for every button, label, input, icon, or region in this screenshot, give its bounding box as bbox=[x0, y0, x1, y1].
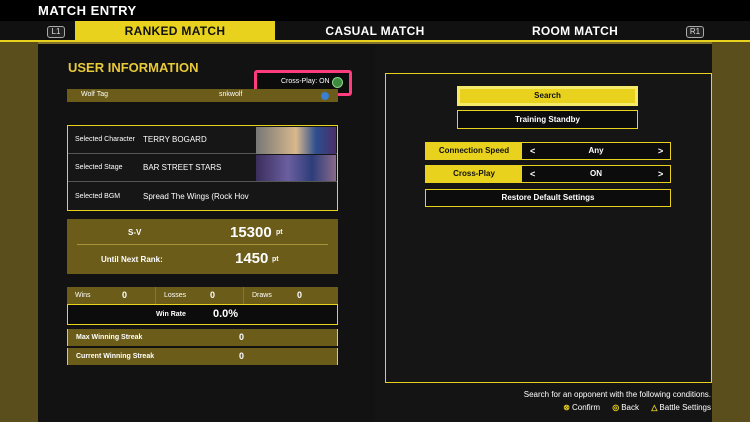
losses-cell: Losses 0 bbox=[156, 287, 244, 304]
wins-label: Wins bbox=[75, 292, 91, 299]
draws-value: 0 bbox=[297, 290, 303, 300]
wins-cell: Wins 0 bbox=[67, 287, 156, 304]
selected-stage-label: Selected Stage bbox=[75, 164, 123, 171]
wolf-tag-icon bbox=[321, 92, 329, 100]
sv-value: 15300 bbox=[230, 224, 272, 241]
confirm-label: Confirm bbox=[571, 403, 600, 412]
rank-points-box: S-V 15300 pt Until Next Rank: 1450 pt bbox=[67, 219, 338, 274]
selected-stage-value: BAR STREET STARS bbox=[143, 163, 222, 172]
battle-settings-action[interactable]: △ Battle Settings bbox=[651, 403, 711, 412]
footer-actions: ⊗ Confirm ◎ Back △ Battle Settings bbox=[553, 403, 711, 412]
crossplay-value: ON bbox=[590, 169, 602, 178]
globe-icon bbox=[332, 77, 343, 88]
connection-speed-value: Any bbox=[588, 146, 604, 155]
losses-label: Losses bbox=[164, 292, 187, 299]
draws-cell: Draws 0 bbox=[244, 287, 338, 304]
connection-speed-label: Connection Speed bbox=[426, 143, 522, 159]
wolf-tag-row: Wolf Tag snkwolf bbox=[67, 89, 338, 102]
selected-bgm-row: Selected BGM Spread The Wings (Rock Hov bbox=[68, 183, 337, 211]
max-streak-label: Max Winning Streak bbox=[76, 334, 143, 341]
win-rate-row: Win Rate 0.0% bbox=[67, 304, 338, 325]
win-rate-label: Win Rate bbox=[156, 311, 186, 318]
tab-room-match[interactable]: ROOM MATCH bbox=[475, 21, 675, 42]
selected-bgm-value: Spread The Wings (Rock Hov bbox=[143, 192, 249, 201]
draws-label: Draws bbox=[252, 292, 272, 299]
next-rank-unit: pt bbox=[272, 256, 279, 263]
crossplay-status-text: Cross-Play: ON bbox=[281, 78, 330, 85]
crossplay-setting[interactable]: Cross-Play < ON > bbox=[425, 165, 671, 183]
losses-value: 0 bbox=[210, 290, 216, 300]
selected-character-row: Selected Character TERRY BOGARD bbox=[68, 126, 337, 154]
triangle-button-icon: △ bbox=[651, 403, 658, 412]
next-rank-label: Until Next Rank: bbox=[101, 255, 163, 264]
chevron-left-icon[interactable]: < bbox=[530, 169, 535, 179]
win-loss-draw-row: Wins 0 Losses 0 Draws 0 bbox=[67, 287, 338, 304]
max-winning-streak-row: Max Winning Streak 0 bbox=[67, 329, 338, 346]
win-rate-value: 0.0% bbox=[213, 308, 239, 320]
mode-tab-bar: L1 RANKED MATCH CASUAL MATCH ROOM MATCH … bbox=[0, 21, 750, 42]
next-rank-value: 1450 bbox=[235, 250, 269, 267]
title-bar: MATCH ENTRY bbox=[0, 0, 750, 21]
user-info-title: USER INFORMATION bbox=[68, 60, 199, 75]
background-left bbox=[0, 42, 38, 422]
current-streak-label: Current Winning Streak bbox=[76, 353, 155, 360]
connection-speed-setting[interactable]: Connection Speed < Any > bbox=[425, 142, 671, 160]
current-winning-streak-row: Current Winning Streak 0 bbox=[67, 348, 338, 365]
chevron-right-icon[interactable]: > bbox=[658, 146, 663, 156]
sv-label: S-V bbox=[128, 228, 142, 237]
page-title: MATCH ENTRY bbox=[38, 3, 137, 18]
training-standby-button[interactable]: Training Standby bbox=[457, 110, 638, 129]
chevron-left-icon[interactable]: < bbox=[530, 146, 535, 156]
battle-settings-label: Battle Settings bbox=[659, 403, 711, 412]
divider bbox=[77, 244, 328, 245]
cross-button-icon: ⊗ bbox=[563, 403, 570, 412]
crossplay-label: Cross-Play bbox=[426, 166, 522, 182]
tab-ranked-match[interactable]: RANKED MATCH bbox=[75, 21, 275, 42]
tab-casual-match[interactable]: CASUAL MATCH bbox=[275, 21, 475, 42]
back-action[interactable]: ◎ Back bbox=[612, 403, 639, 412]
current-streak-value: 0 bbox=[239, 351, 245, 361]
chevron-right-icon[interactable]: > bbox=[658, 169, 663, 179]
sv-unit: pt bbox=[276, 229, 283, 236]
confirm-action[interactable]: ⊗ Confirm bbox=[563, 403, 600, 412]
circle-button-icon: ◎ bbox=[612, 403, 620, 412]
stage-thumbnail bbox=[256, 155, 336, 181]
r1-key-hint[interactable]: R1 bbox=[686, 26, 704, 38]
background-right bbox=[712, 42, 750, 422]
character-portrait bbox=[256, 127, 336, 154]
wolf-tag-label: Wolf Tag bbox=[81, 91, 108, 98]
selected-stage-row: Selected Stage BAR STREET STARS bbox=[68, 154, 337, 182]
l1-key-hint[interactable]: L1 bbox=[47, 26, 65, 38]
selection-box: Selected Character TERRY BOGARD Selected… bbox=[67, 125, 338, 211]
search-button[interactable]: Search bbox=[457, 86, 638, 106]
wins-value: 0 bbox=[122, 290, 128, 300]
selected-bgm-label: Selected BGM bbox=[75, 193, 121, 200]
footer-hint: Search for an opponent with the followin… bbox=[523, 390, 711, 399]
selected-character-label: Selected Character bbox=[75, 136, 135, 143]
wolf-tag-value: snkwolf bbox=[219, 91, 243, 98]
restore-defaults-button[interactable]: Restore Default Settings bbox=[425, 189, 671, 207]
selected-character-value: TERRY BOGARD bbox=[143, 135, 207, 144]
back-label: Back bbox=[621, 403, 640, 412]
max-streak-value: 0 bbox=[239, 332, 245, 342]
